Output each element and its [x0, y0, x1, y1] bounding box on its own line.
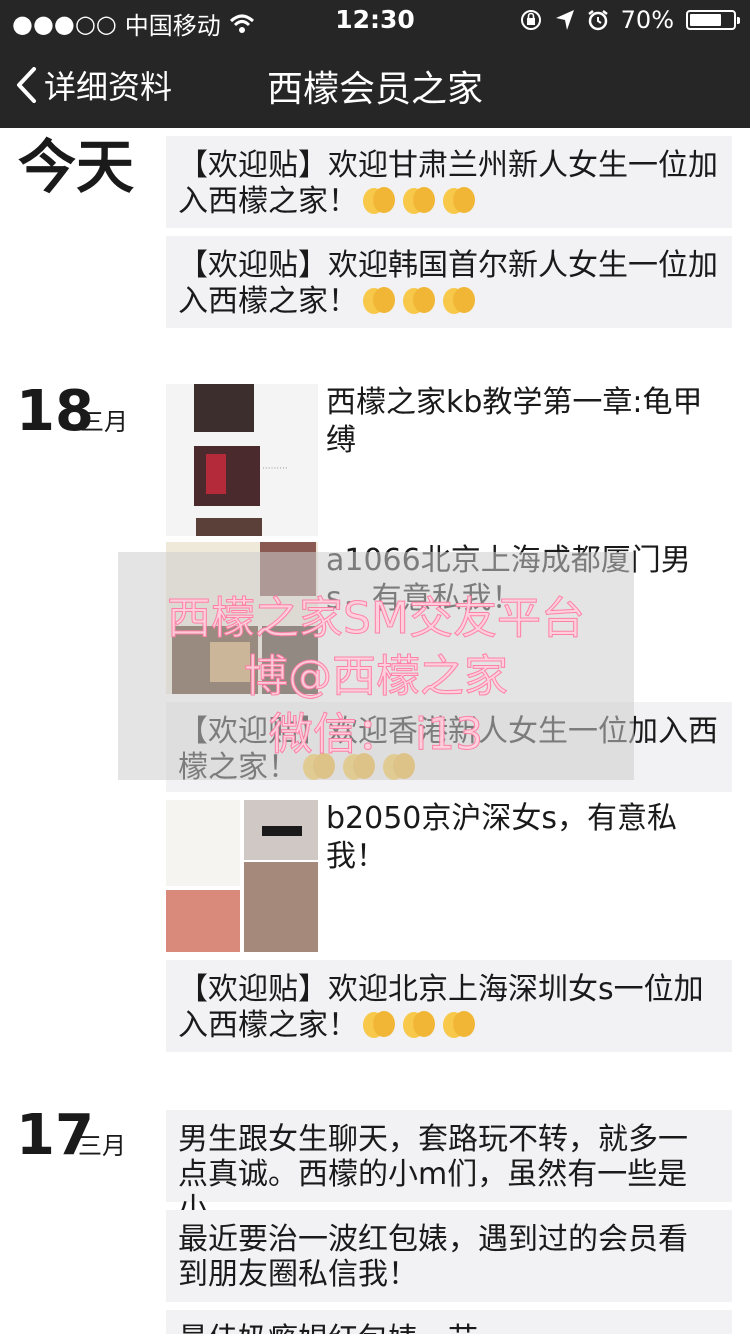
alarm-icon — [587, 10, 608, 31]
clapping-hands-icon — [363, 287, 395, 314]
battery-percent: 70% — [620, 6, 674, 34]
text-post[interactable]: 【欢迎贴】欢迎韩国首尔新人女生一位加入西檬之家！ — [166, 236, 732, 328]
post-thumbnail: ········· — [166, 384, 318, 536]
page-title: 西檬会员之家 — [266, 69, 483, 110]
clapping-hands-icon — [443, 287, 475, 314]
date-month: 三月 — [78, 1132, 126, 1160]
status-bar: ●●●○○ 中国移动 12:30 70% — [0, 0, 750, 40]
location-arrow-icon — [555, 10, 574, 30]
watermark-line: 博@西檬之家 — [244, 651, 509, 703]
clapping-hands-icon — [443, 1011, 475, 1038]
battery-icon — [686, 10, 740, 30]
watermark-line: 微信： i13 — [268, 709, 484, 761]
clapping-hands-icon — [363, 1011, 395, 1038]
text-post[interactable]: 最近要治一波红包婊，遇到过的会员看到朋友圈私信我！ — [166, 1210, 732, 1302]
post-text: 最佳奶瘾娼红包婊一节 — [178, 1322, 478, 1334]
photo-post[interactable]: b2050京沪深女s，有意私我！ — [166, 800, 732, 952]
clapping-hands-icon — [403, 287, 435, 314]
watermark-overlay: 西檬之家SM交友平台 博@西檬之家 微信： i13 — [118, 552, 634, 780]
clapping-hands-icon — [403, 1011, 435, 1038]
date-today: 今天 — [18, 133, 135, 201]
status-right: 70% — [519, 6, 740, 34]
nav-bar: 详细资料 西檬会员之家 — [0, 40, 750, 128]
watermark-line: 西檬之家SM交友平台 — [167, 593, 586, 645]
text-post[interactable]: 【欢迎贴】欢迎北京上海深圳女s一位加入西檬之家！ — [166, 960, 732, 1052]
post-thumbnail — [166, 800, 318, 952]
text-post[interactable]: 男生跟女生聊天，套路玩不转，就多一点真诚。西檬的小m们，虽然有一些是小… — [166, 1110, 732, 1227]
post-text: b2050京沪深女s，有意私我！ — [326, 801, 678, 874]
photo-post[interactable]: ········· 西檬之家kb教学第一章:龟甲缚 — [166, 384, 732, 536]
text-post[interactable]: 【欢迎贴】欢迎甘肃兰州新人女生一位加入西檬之家！ — [166, 136, 732, 228]
post-text: 最近要治一波红包婊，遇到过的会员看到朋友圈私信我！ — [178, 1222, 688, 1292]
clapping-hands-icon — [363, 187, 395, 214]
clapping-hands-icon — [403, 187, 435, 214]
text-post[interactable]: 最佳奶瘾娼红包婊一节 — [166, 1310, 732, 1334]
post-text: 西檬之家kb教学第一章:龟甲缚 — [326, 385, 703, 458]
clapping-hands-icon — [443, 187, 475, 214]
orientation-lock-icon — [520, 10, 541, 30]
date-month: 三月 — [80, 408, 128, 436]
